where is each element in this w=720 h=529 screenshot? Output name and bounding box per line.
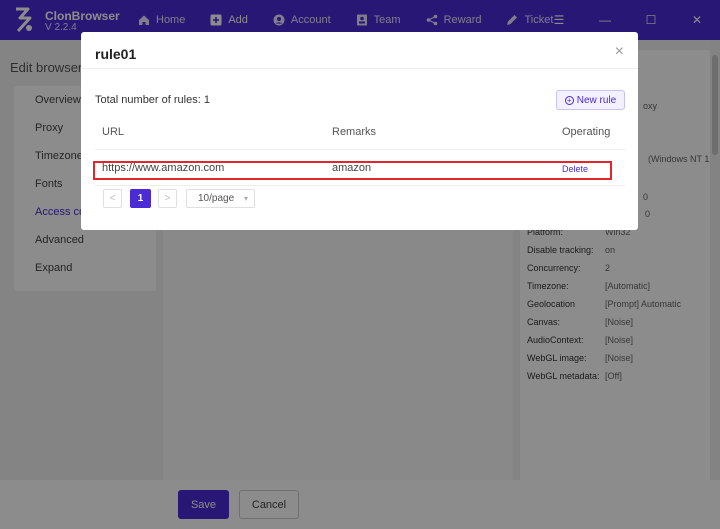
close-icon[interactable]: × (615, 43, 624, 61)
page-size-select[interactable]: 10/page ▾ (186, 189, 255, 208)
plus-circle-icon: + (564, 95, 574, 105)
new-rule-button[interactable]: + New rule (556, 90, 625, 110)
delete-rule-link[interactable]: Delete (562, 164, 588, 174)
rule-url: https://www.amazon.com (102, 162, 225, 174)
rule-remarks: amazon (332, 162, 372, 174)
next-page-button[interactable]: > (158, 189, 177, 208)
rule-dialog: rule01 × Total number of rules: 1 + New … (81, 32, 638, 230)
prev-page-button[interactable]: < (103, 189, 122, 208)
chevron-down-icon: ▾ (243, 194, 248, 203)
header-divider (95, 149, 625, 150)
row-divider (95, 185, 625, 186)
column-header-remarks: Remarks (332, 126, 377, 138)
page-size-value: 10/page (198, 193, 235, 204)
new-rule-label: New rule (576, 94, 617, 106)
rules-total: Total number of rules: 1 (95, 94, 210, 106)
column-header-operating: Operating (562, 126, 611, 138)
dialog-title: rule01 (95, 46, 137, 62)
dialog-divider (81, 68, 638, 69)
page-1-button[interactable]: 1 (130, 189, 151, 208)
column-header-url: URL (102, 126, 125, 138)
